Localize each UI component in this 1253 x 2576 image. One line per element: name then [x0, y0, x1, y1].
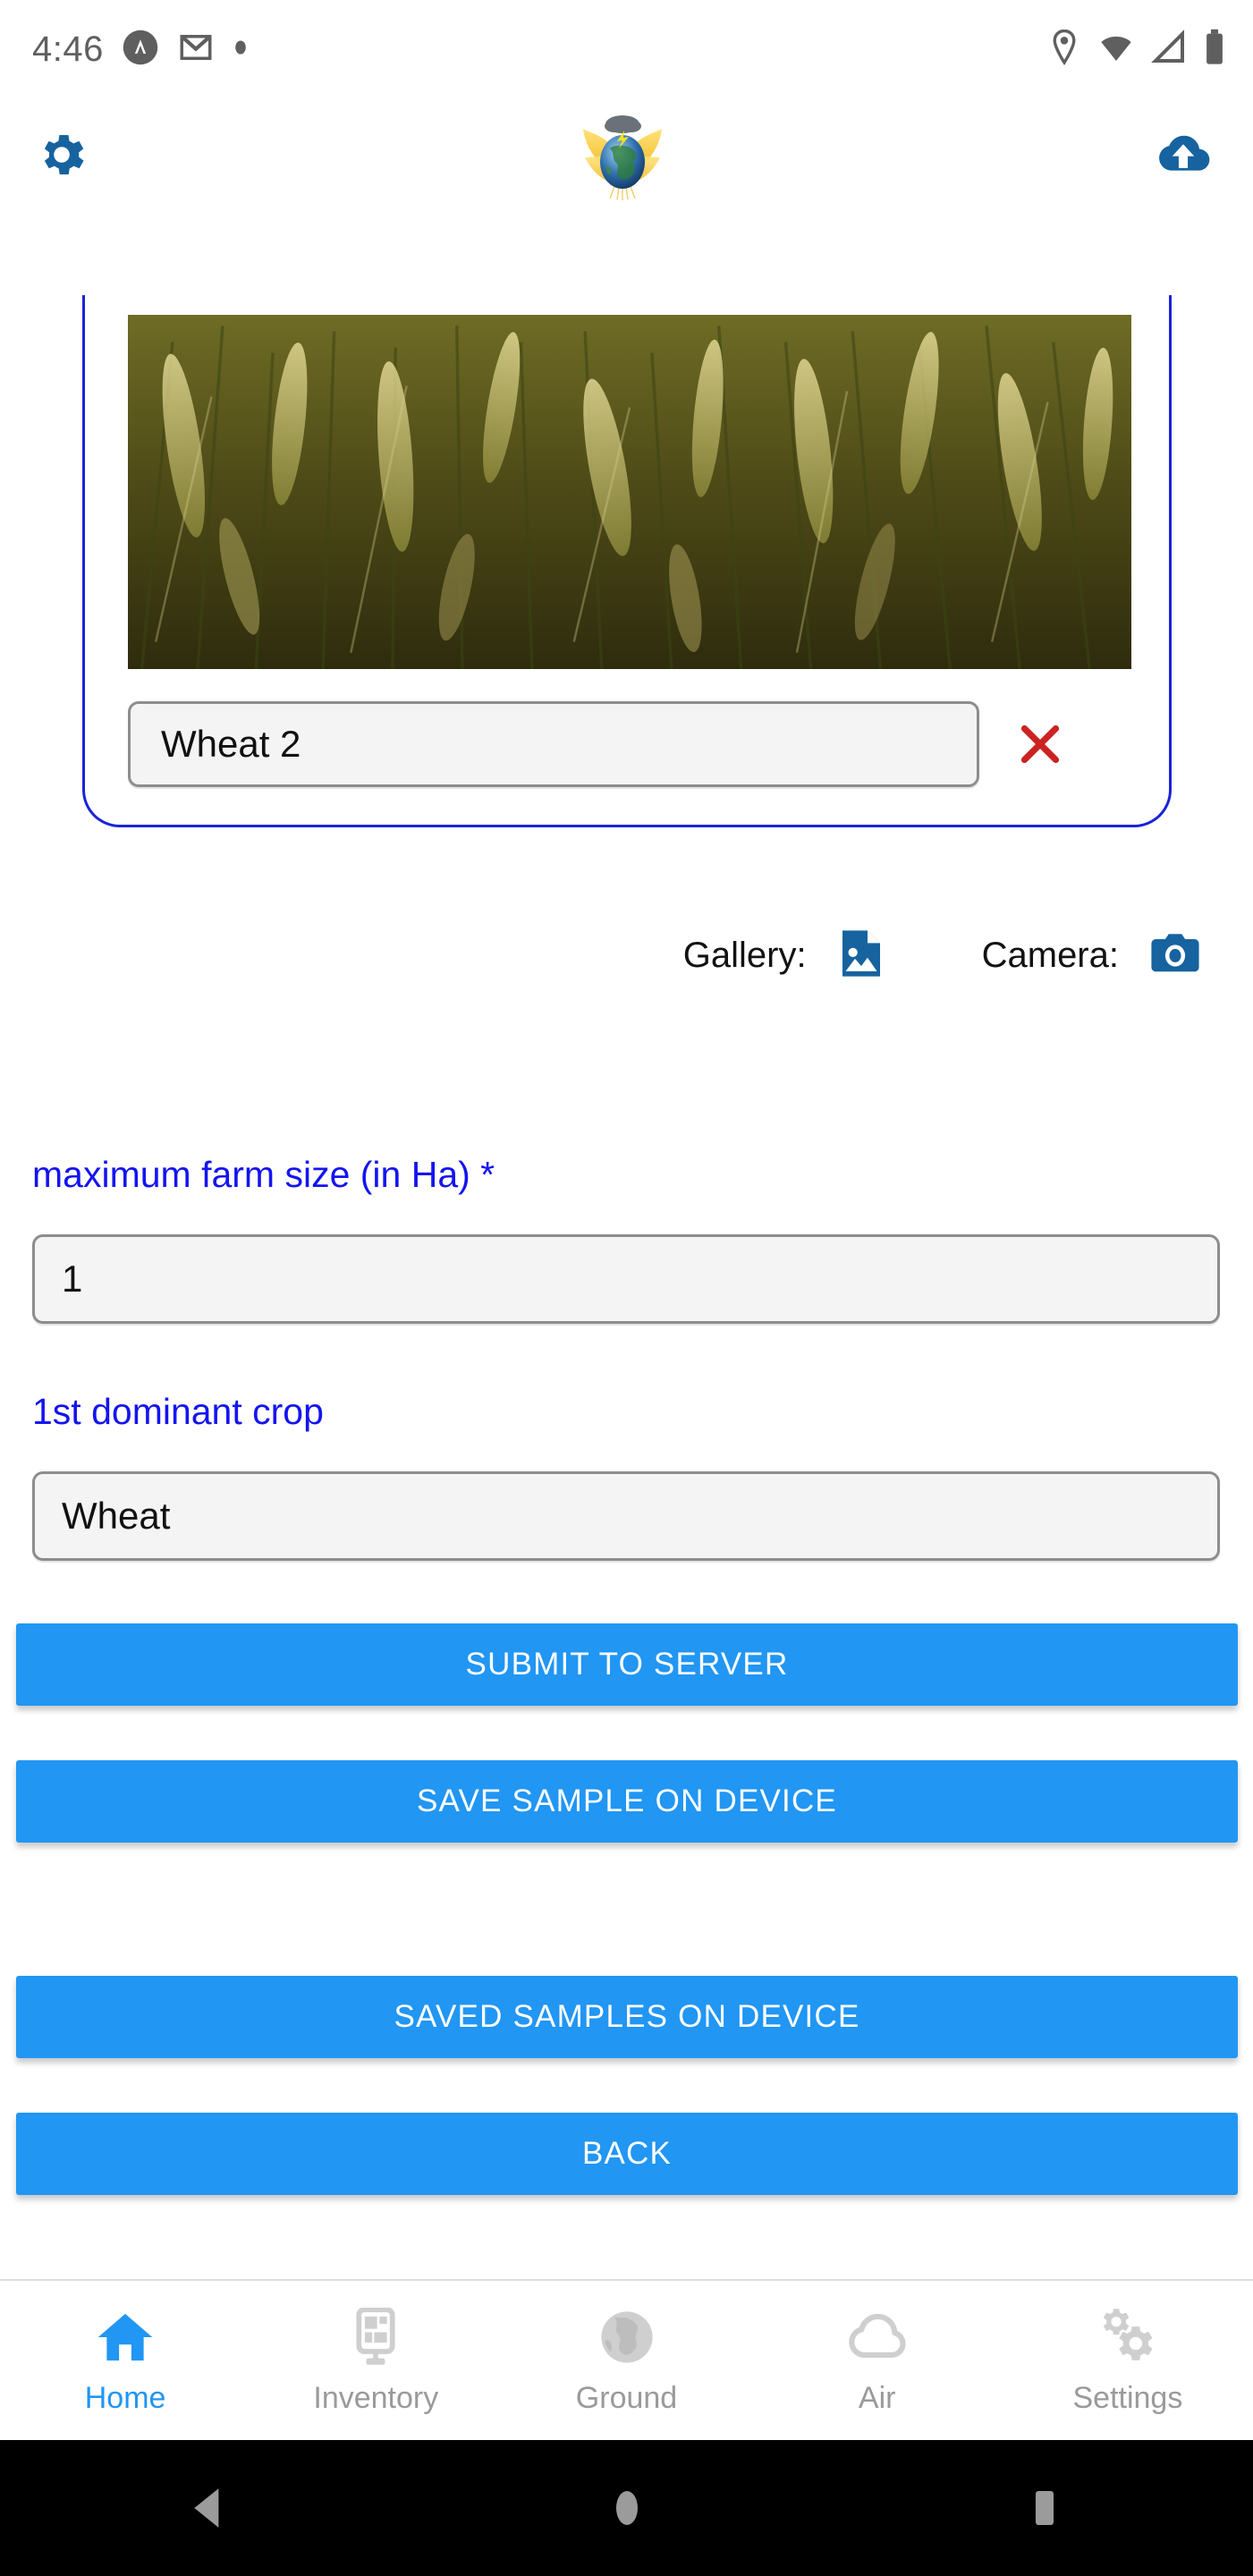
- status-bar-clock: 4:46: [32, 29, 104, 69]
- status-bar-left: 4:46: [32, 29, 249, 71]
- close-x-icon[interactable]: [1012, 716, 1069, 773]
- location-icon: [1047, 29, 1081, 70]
- sample-name-input[interactable]: Wheat 2: [128, 701, 979, 787]
- nav-label-settings: Settings: [1072, 2380, 1183, 2415]
- nav-item-ground[interactable]: Ground: [501, 2281, 751, 2440]
- gmail-icon: [177, 29, 215, 71]
- save-sample-on-device-button[interactable]: SAVE SAMPLE ON DEVICE: [16, 1760, 1238, 1843]
- dominant-crop-input[interactable]: Wheat: [32, 1471, 1220, 1561]
- saved-samples-on-device-button[interactable]: SAVED SAMPLES ON DEVICE: [16, 1976, 1238, 2058]
- gear-icon[interactable]: [34, 127, 89, 187]
- triangle-back-icon[interactable]: [156, 2440, 263, 2576]
- bottom-navigation: Home Inventory Ground Air Settings: [0, 2279, 1253, 2440]
- farm-size-input[interactable]: 1: [32, 1234, 1220, 1324]
- camera-icon[interactable]: [1149, 930, 1201, 981]
- back-button[interactable]: BACK: [16, 2113, 1238, 2195]
- cloud-icon: [846, 2306, 909, 2368]
- nav-item-home[interactable]: Home: [0, 2281, 250, 2440]
- image-file-icon[interactable]: [837, 928, 885, 983]
- nav-item-air[interactable]: Air: [752, 2281, 1003, 2440]
- nav-label-air: Air: [858, 2380, 896, 2415]
- android-system-nav: [0, 2440, 1253, 2576]
- tablet-device-icon: [344, 2306, 407, 2368]
- camera-label: Camera:: [981, 935, 1119, 975]
- image-source-row: Gallery: Camera:: [0, 912, 1253, 998]
- home-icon: [94, 2306, 157, 2368]
- nav-item-settings[interactable]: Settings: [1003, 2281, 1253, 2440]
- app-bar: [0, 98, 1253, 215]
- assistant-circle-icon: [122, 29, 159, 71]
- status-bar: 4:46: [0, 0, 1253, 98]
- globe-wheat-logo: [564, 110, 681, 203]
- cloud-upload-icon[interactable]: [1155, 131, 1212, 183]
- wheat-field-photo: [128, 315, 1131, 669]
- dominant-crop-label: 1st dominant crop: [32, 1391, 324, 1432]
- cellular-signal-icon: [1151, 29, 1187, 70]
- gallery-label: Gallery:: [682, 935, 807, 975]
- sample-image-card: Wheat 2: [82, 295, 1172, 827]
- nav-label-ground: Ground: [575, 2380, 678, 2415]
- nav-label-inventory: Inventory: [313, 2380, 439, 2415]
- battery-icon: [1203, 29, 1226, 71]
- square-recents-icon[interactable]: [991, 2440, 1098, 2576]
- globe-icon: [596, 2306, 658, 2368]
- nav-label-home: Home: [84, 2380, 166, 2415]
- nav-item-inventory[interactable]: Inventory: [250, 2281, 501, 2440]
- farm-size-label: maximum farm size (in Ha) *: [32, 1154, 495, 1195]
- sample-name-row: Wheat 2: [128, 699, 1131, 789]
- wifi-icon: [1097, 30, 1135, 70]
- status-bar-right: [1047, 29, 1226, 71]
- gears-icon: [1096, 2306, 1159, 2368]
- dot-indicator-icon: [233, 39, 249, 60]
- circle-home-icon[interactable]: [573, 2440, 681, 2576]
- submit-to-server-button[interactable]: SUBMIT TO SERVER: [16, 1623, 1238, 1706]
- app-screen: 4:46 Wheat 2 Gallery: Camera: maximum fa…: [0, 0, 1253, 2576]
